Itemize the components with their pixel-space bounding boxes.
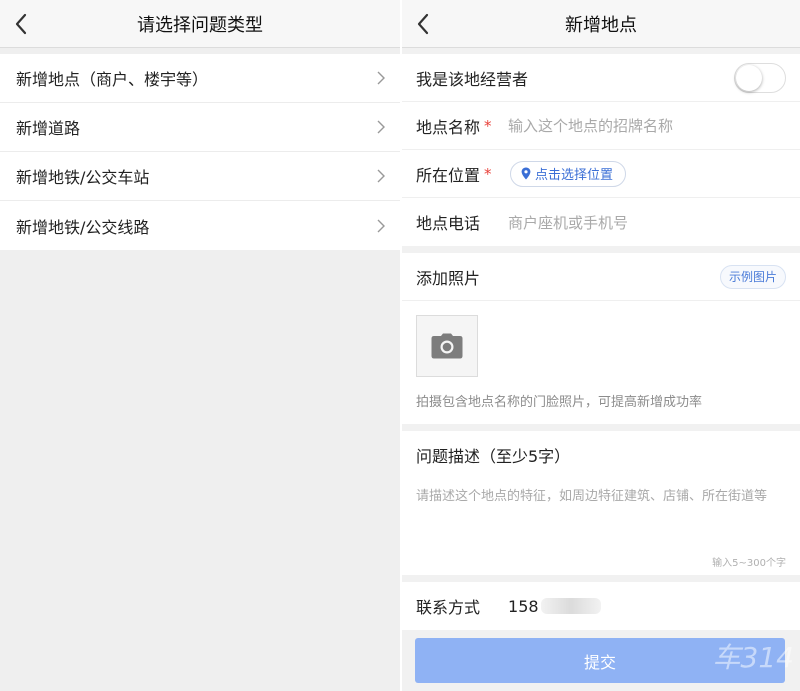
- contact-value: 158: [508, 596, 539, 616]
- page-title: 新增地点: [565, 14, 637, 36]
- left-navbar: 请选择问题类型: [0, 0, 400, 48]
- add-photo-button[interactable]: [416, 315, 478, 377]
- chevron-right-icon: [377, 219, 385, 232]
- description-placeholder: 请描述这个地点的特征，如周边特征建筑、店铺、所在街道等: [416, 489, 768, 504]
- back-icon[interactable]: [12, 12, 30, 36]
- problem-type-list: 新增地点（商户、楼宇等） 新增道路 新增地铁/公交车站 新增地铁/公交线路: [0, 54, 400, 250]
- description-header: 问题描述（至少5字）: [402, 431, 800, 479]
- toggle-knob: [736, 64, 762, 91]
- problem-type-screen: 请选择问题类型 新增地点（商户、楼宇等） 新增道路 新增地铁/公交车站 新增地铁…: [0, 0, 400, 691]
- contact-row: 联系方式 158: [402, 582, 800, 630]
- map-pin-icon: [521, 167, 531, 180]
- phone-label: 地点电话: [416, 214, 481, 233]
- place-name-input[interactable]: 输入这个地点的招牌名称: [508, 115, 673, 136]
- menu-item-label: 新增地点（商户、楼宇等）: [16, 70, 209, 89]
- description-textarea[interactable]: 请描述这个地点的特征，如周边特征建筑、店铺、所在街道等 输入5~300个字: [402, 479, 800, 575]
- chevron-right-icon: [377, 71, 385, 85]
- menu-item-label: 新增道路: [16, 119, 81, 138]
- owner-row: 我是该地经营者: [402, 54, 800, 102]
- add-place-screen: 新增地点 我是该地经营者 地点名称 * 输入这个地点的招牌名称 所在位置 * 点…: [402, 0, 800, 691]
- character-counter: 输入5~300个字: [712, 558, 786, 569]
- place-info-section: 我是该地经营者 地点名称 * 输入这个地点的招牌名称 所在位置 * 点击选择位置…: [402, 54, 800, 246]
- menu-item-label: 新增地铁/公交线路: [16, 217, 150, 237]
- page-title: 请选择问题类型: [137, 14, 263, 36]
- menu-item-new-station[interactable]: 新增地铁/公交车站: [0, 152, 400, 201]
- contact-input[interactable]: 158: [508, 597, 601, 616]
- menu-item-new-line[interactable]: 新增地铁/公交线路: [0, 201, 400, 250]
- phone-row: 地点电话 商户座机或手机号: [402, 198, 800, 246]
- owner-toggle[interactable]: [734, 62, 786, 93]
- place-name-label: 地点名称: [416, 117, 481, 137]
- description-section: 问题描述（至少5字） 请描述这个地点的特征，如周边特征建筑、店铺、所在街道等 输…: [402, 431, 800, 575]
- owner-label: 我是该地经营者: [416, 69, 529, 89]
- chevron-right-icon: [377, 169, 385, 183]
- location-row: 所在位置 * 点击选择位置: [402, 150, 800, 198]
- required-mark: *: [484, 116, 492, 135]
- place-name-row: 地点名称 * 输入这个地点的招牌名称: [402, 102, 800, 150]
- camera-icon: [431, 333, 463, 359]
- photo-hint: 拍摄包含地点名称的门脸照片，可提高新增成功率: [416, 395, 703, 410]
- select-location-label: 点击选择位置: [535, 168, 614, 183]
- photo-label: 添加照片: [416, 268, 481, 288]
- required-mark: *: [484, 164, 492, 183]
- menu-item-new-place[interactable]: 新增地点（商户、楼宇等）: [0, 54, 400, 103]
- redacted-number: [540, 598, 601, 614]
- select-location-button[interactable]: 点击选择位置: [510, 160, 627, 187]
- sample-image-button[interactable]: 示例图片: [719, 264, 786, 289]
- menu-item-new-road[interactable]: 新增道路: [0, 103, 400, 152]
- phone-input[interactable]: 商户座机或手机号: [508, 212, 628, 233]
- photo-section: 添加照片 示例图片 拍摄包含地点名称的门脸照片，可提高新增成功率: [402, 253, 800, 424]
- watermark: 车314: [712, 641, 794, 674]
- right-navbar: 新增地点: [402, 0, 800, 48]
- menu-item-label: 新增地铁/公交车站: [16, 168, 150, 187]
- description-label: 问题描述（至少5字）: [416, 447, 571, 466]
- photo-body: 拍摄包含地点名称的门脸照片，可提高新增成功率: [402, 301, 800, 424]
- location-label: 所在位置: [416, 165, 481, 185]
- back-icon[interactable]: [414, 12, 432, 36]
- chevron-right-icon: [377, 120, 385, 134]
- contact-label: 联系方式: [416, 598, 481, 617]
- photo-header: 添加照片 示例图片: [402, 253, 800, 301]
